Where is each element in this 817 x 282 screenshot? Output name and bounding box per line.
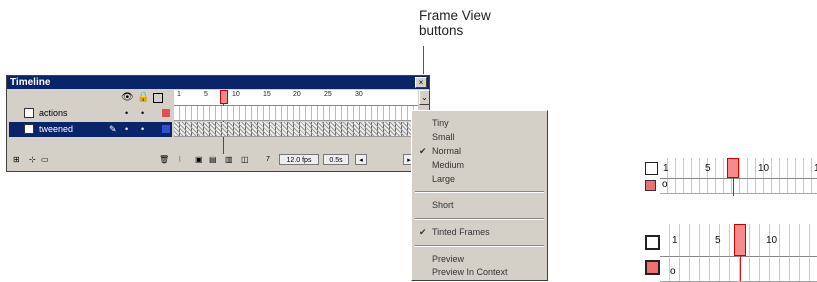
ruler-label: 30	[355, 91, 363, 98]
timeline-status-bar: ⊞ ⊹ ▭ 🗑 ⦚ ▣ ▤ ▥ ◫ 7 12.0 fps 0.5s ◂ ▸	[9, 152, 427, 167]
frame-rate: 12.0 fps	[279, 154, 319, 165]
layer-color-swatch[interactable]	[162, 125, 170, 133]
layer-color-swatch[interactable]	[162, 109, 170, 117]
onion-markers-icon[interactable]: ◫	[241, 152, 249, 167]
menu-item-medium[interactable]: Medium	[412, 159, 547, 172]
menu-separator	[415, 245, 544, 247]
menu-item-preview-in-context[interactable]: Preview In Context	[412, 266, 547, 279]
ruler-label: 5	[715, 235, 721, 246]
timeline-window: Timeline × 👁 🔒 1 5 10 15 20 25 30 ⌄ acti…	[6, 75, 430, 172]
callout-leader-line	[423, 46, 424, 74]
layer-color-icon	[645, 260, 660, 275]
ruler-label: 10	[766, 235, 778, 246]
add-folder-icon[interactable]: ▭	[41, 152, 49, 167]
scroll-left-icon[interactable]: ◂	[355, 154, 367, 165]
callout-line1: Frame View	[419, 8, 491, 23]
add-guide-icon[interactable]: ⊹	[29, 152, 36, 167]
playhead	[734, 224, 746, 256]
ruler-label: 5	[204, 91, 208, 98]
frame-view-menu: Tiny Small ✔ Normal Medium Large Short ✔ T…	[411, 110, 548, 281]
checkmark-icon: ✔	[419, 146, 427, 156]
layer-color-icon	[645, 180, 656, 191]
lock-dot-icon[interactable]: •	[141, 106, 144, 121]
layer-name: actions	[39, 108, 68, 118]
window-title: Timeline	[10, 77, 51, 88]
ruler-label: 1	[663, 163, 669, 174]
visible-dot-icon[interactable]: •	[125, 106, 128, 121]
title-bar[interactable]: Timeline ×	[7, 76, 429, 89]
frame-view-button[interactable]: ⌄	[419, 90, 430, 105]
ruler-label: 1	[177, 91, 181, 98]
frame-ruler[interactable]: 1 5 10 15 20 25 30	[174, 90, 418, 106]
trash-icon[interactable]: 🗑	[159, 152, 169, 167]
keyframe-marker: o	[662, 179, 668, 190]
menu-separator	[415, 191, 544, 193]
layer-icon	[24, 124, 34, 134]
layer-icon	[24, 108, 34, 118]
ruler-label: 10	[232, 91, 240, 98]
visible-dot-icon[interactable]: •	[125, 122, 128, 137]
outline-icon	[645, 162, 658, 175]
menu-item-preview[interactable]: Preview	[412, 253, 547, 266]
keyframe-marker: o	[670, 266, 676, 277]
zoom-frames: o	[660, 258, 817, 282]
outline-icon[interactable]	[153, 93, 163, 103]
zoom-timeline-normal: 1 5 10 15 o	[643, 158, 817, 198]
menu-item-large[interactable]: Large	[412, 173, 547, 186]
close-icon[interactable]: ×	[415, 77, 427, 88]
zoom-timeline-large: 1 5 10 o	[643, 224, 817, 282]
outline-icon	[645, 235, 660, 250]
lock-icon[interactable]: 🔒	[137, 90, 149, 105]
ruler-label: 15	[263, 91, 271, 98]
menu-item-short[interactable]: Short	[412, 199, 547, 212]
onion-outline-icon[interactable]: ▤	[209, 152, 217, 167]
ruler-label: 1	[672, 235, 678, 246]
ruler-label: 20	[293, 91, 301, 98]
playhead[interactable]	[220, 90, 228, 104]
lock-dot-icon[interactable]: •	[141, 122, 144, 137]
checkmark-icon: ✔	[419, 227, 427, 237]
frame-view-callout: Frame View buttons	[419, 8, 491, 38]
menu-item-tiny[interactable]: Tiny	[412, 117, 547, 130]
eye-icon[interactable]: 👁	[121, 90, 134, 105]
playhead-line	[740, 256, 741, 281]
center-frame-icon[interactable]: ⦚	[179, 152, 181, 167]
menu-separator	[415, 218, 544, 220]
add-layer-icon[interactable]: ⊞	[13, 152, 20, 167]
menu-item-tinted-frames[interactable]: ✔ Tinted Frames	[412, 226, 547, 239]
layer-name: tweened	[39, 124, 74, 134]
ruler-label: 5	[705, 163, 711, 174]
ruler-label: 25	[324, 91, 332, 98]
playhead	[727, 158, 739, 178]
current-frame: 7	[266, 156, 270, 163]
layer-header-icons: 👁 🔒	[115, 90, 170, 105]
ruler-label: 10	[758, 163, 770, 174]
menu-item-normal[interactable]: ✔ Normal	[412, 145, 547, 158]
menu-item-small[interactable]: Small	[412, 131, 547, 144]
elapsed-time: 0.5s	[323, 154, 349, 165]
pencil-icon: ✎	[109, 124, 117, 134]
zoom-frames: o	[660, 179, 817, 194]
layer-row-actions[interactable]: actions • •	[9, 106, 172, 121]
callout-line2: buttons	[419, 23, 464, 38]
playhead-line	[733, 178, 734, 196]
edit-multiple-icon[interactable]: ▥	[225, 152, 233, 167]
frames-actions[interactable]	[174, 106, 418, 121]
onion-skin-icon[interactable]: ▣	[195, 152, 203, 167]
layer-row-tweened[interactable]: tweened ✎ • •	[9, 122, 172, 137]
frames-tweened[interactable]	[174, 122, 418, 137]
